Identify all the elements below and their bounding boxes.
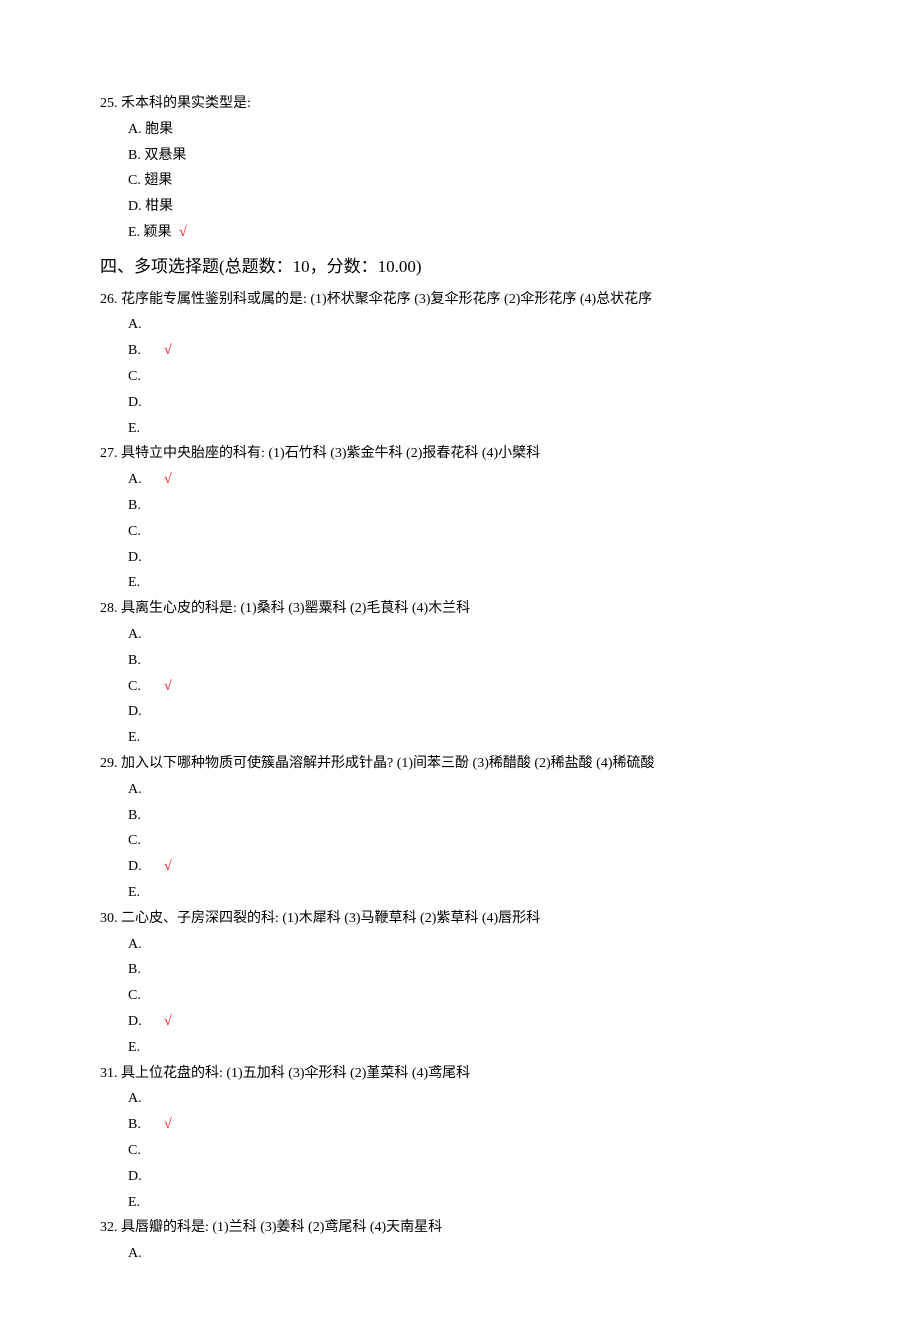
q31-choice-d: D. (128, 1165, 820, 1189)
question-29: 29. 加入以下哪种物质可使簇晶溶解并形成针晶? (1)间苯三酚 (3)稀醋酸 … (100, 752, 820, 905)
q31-choice-e: E. (128, 1191, 820, 1215)
question-25-stem: 25. 禾本科的果实类型是: (100, 92, 820, 116)
check-mark-icon: √ (164, 1014, 172, 1029)
q31-letter-a: A. (128, 1087, 146, 1111)
q26-letter-e: E. (128, 417, 146, 441)
question-31-stem: 31. 具上位花盘的科: (1)五加科 (3)伞形科 (2)堇菜科 (4)鸢尾科 (100, 1062, 820, 1086)
check-mark-icon: √ (164, 859, 172, 874)
q27-choice-d: D. (128, 546, 820, 570)
q25-choice-e: E. 颖果 √ (128, 221, 820, 245)
q30-choice-d: D. √ (128, 1010, 820, 1034)
q26-letter-b: B. (128, 339, 146, 363)
q25-choice-a: A. 胞果 (128, 118, 820, 142)
check-mark-icon: √ (164, 472, 172, 487)
q31-letter-b: B. (128, 1113, 146, 1137)
check-mark-icon: √ (179, 225, 187, 240)
q29-letter-c: C. (128, 829, 146, 853)
question-30-stem: 30. 二心皮、子房深四裂的科: (1)木犀科 (3)马鞭草科 (2)紫草科 (… (100, 907, 820, 931)
question-29-stem: 29. 加入以下哪种物质可使簇晶溶解并形成针晶? (1)间苯三酚 (3)稀醋酸 … (100, 752, 820, 776)
q30-choice-e: E. (128, 1036, 820, 1060)
q27-choice-a: A. √ (128, 468, 820, 492)
q28-choice-d: D. (128, 700, 820, 724)
question-27: 27. 具特立中央胎座的科有: (1)石竹科 (3)紫金牛科 (2)报春花科 (… (100, 442, 820, 595)
q30-choice-b: B. (128, 958, 820, 982)
q29-letter-b: B. (128, 804, 146, 828)
q29-letter-e: E. (128, 881, 146, 905)
check-mark-icon: √ (164, 343, 172, 358)
q31-letter-d: D. (128, 1165, 146, 1189)
q28-letter-c: C. (128, 675, 146, 699)
q29-letter-a: A. (128, 778, 146, 802)
q27-letter-c: C. (128, 520, 146, 544)
q25-choice-d: D. 柑果 (128, 195, 820, 219)
question-26-stem: 26. 花序能专属性鉴别科或属的是: (1)杯状聚伞花序 (3)复伞形花序 (2… (100, 288, 820, 312)
q28-choice-a: A. (128, 623, 820, 647)
question-25: 25. 禾本科的果实类型是: A. 胞果 B. 双悬果 C. 翅果 D. 柑果 … (100, 92, 820, 245)
question-26: 26. 花序能专属性鉴别科或属的是: (1)杯状聚伞花序 (3)复伞形花序 (2… (100, 288, 820, 441)
q32-letter-a: A. (128, 1242, 146, 1266)
question-28-stem: 28. 具离生心皮的科是: (1)桑科 (3)罂粟科 (2)毛茛科 (4)木兰科 (100, 597, 820, 621)
q30-letter-d: D. (128, 1010, 146, 1034)
q28-choice-c: C. √ (128, 675, 820, 699)
question-27-stem: 27. 具特立中央胎座的科有: (1)石竹科 (3)紫金牛科 (2)报春花科 (… (100, 442, 820, 466)
check-mark-icon: √ (164, 1117, 172, 1132)
q27-choice-e: E. (128, 571, 820, 595)
question-32: 32. 具唇瓣的科是: (1)兰科 (3)姜科 (2)鸢尾科 (4)天南星科 A… (100, 1216, 820, 1266)
q30-letter-c: C. (128, 984, 146, 1008)
q29-choice-c: C. (128, 829, 820, 853)
q27-letter-b: B. (128, 494, 146, 518)
q25-choice-c-label: C. 翅果 (128, 173, 172, 188)
section-4-title: 四、多项选择题(总题数：10，分数：10.00) (100, 253, 820, 282)
q27-letter-e: E. (128, 571, 146, 595)
q26-choice-e: E. (128, 417, 820, 441)
q28-letter-b: B. (128, 649, 146, 673)
q28-choice-b: B. (128, 649, 820, 673)
q29-choice-b: B. (128, 804, 820, 828)
q26-letter-a: A. (128, 313, 146, 337)
check-mark-icon: √ (164, 679, 172, 694)
question-32-stem: 32. 具唇瓣的科是: (1)兰科 (3)姜科 (2)鸢尾科 (4)天南星科 (100, 1216, 820, 1240)
q27-choice-c: C. (128, 520, 820, 544)
q29-choice-e: E. (128, 881, 820, 905)
q28-letter-e: E. (128, 726, 146, 750)
q29-letter-d: D. (128, 855, 146, 879)
q30-letter-a: A. (128, 933, 146, 957)
q25-choice-b-label: B. 双悬果 (128, 148, 186, 163)
q31-letter-e: E. (128, 1191, 146, 1215)
q31-choice-a: A. (128, 1087, 820, 1111)
q32-choice-a: A. (128, 1242, 820, 1266)
q28-choice-e: E. (128, 726, 820, 750)
question-30: 30. 二心皮、子房深四裂的科: (1)木犀科 (3)马鞭草科 (2)紫草科 (… (100, 907, 820, 1060)
q29-choice-a: A. (128, 778, 820, 802)
q30-choice-a: A. (128, 933, 820, 957)
q25-choice-e-label: E. 颖果 (128, 225, 172, 240)
q25-choice-c: C. 翅果 (128, 169, 820, 193)
q26-choice-d: D. (128, 391, 820, 415)
q25-choice-b: B. 双悬果 (128, 144, 820, 168)
q26-choice-a: A. (128, 313, 820, 337)
q26-choice-b: B. √ (128, 339, 820, 363)
q26-choice-c: C. (128, 365, 820, 389)
q29-choice-d: D. √ (128, 855, 820, 879)
q30-letter-e: E. (128, 1036, 146, 1060)
q31-choice-c: C. (128, 1139, 820, 1163)
q27-letter-a: A. (128, 468, 146, 492)
question-31: 31. 具上位花盘的科: (1)五加科 (3)伞形科 (2)堇菜科 (4)鸢尾科… (100, 1062, 820, 1215)
q30-letter-b: B. (128, 958, 146, 982)
q26-letter-d: D. (128, 391, 146, 415)
q30-choice-c: C. (128, 984, 820, 1008)
q27-choice-b: B. (128, 494, 820, 518)
q25-choice-d-label: D. 柑果 (128, 199, 173, 214)
q27-letter-d: D. (128, 546, 146, 570)
q31-letter-c: C. (128, 1139, 146, 1163)
question-28: 28. 具离生心皮的科是: (1)桑科 (3)罂粟科 (2)毛茛科 (4)木兰科… (100, 597, 820, 750)
q28-letter-a: A. (128, 623, 146, 647)
q26-letter-c: C. (128, 365, 146, 389)
q28-letter-d: D. (128, 700, 146, 724)
q25-choice-a-label: A. 胞果 (128, 122, 173, 137)
q31-choice-b: B. √ (128, 1113, 820, 1137)
